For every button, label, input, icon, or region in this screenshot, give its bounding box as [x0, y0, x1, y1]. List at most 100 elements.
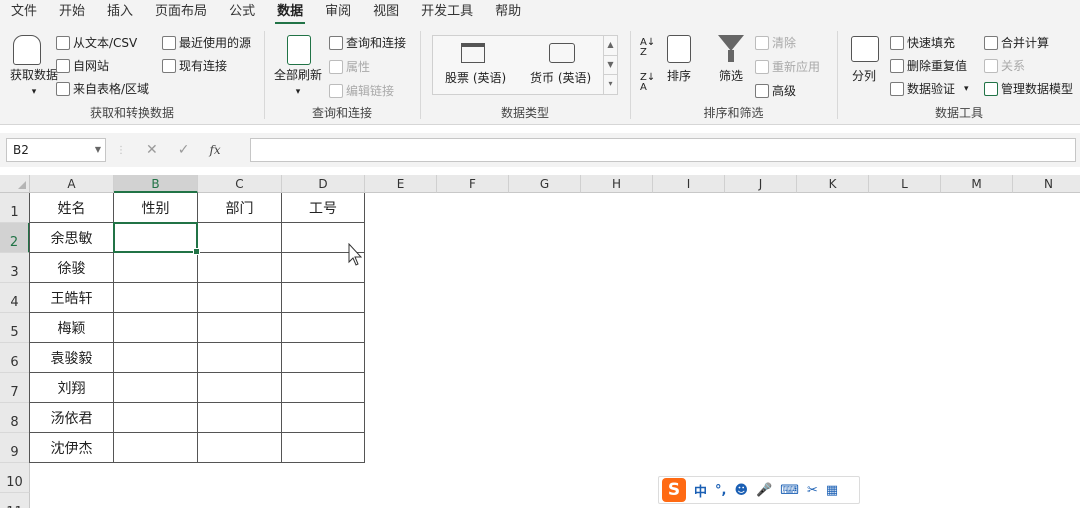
header-cell[interactable]: 姓名 [30, 193, 114, 223]
empty-cell[interactable] [282, 373, 365, 403]
empty-cell[interactable] [198, 283, 282, 313]
tab-view[interactable]: 视图 [362, 0, 410, 25]
sogou-logo-icon[interactable]: S [662, 478, 686, 502]
gallery-up-icon[interactable]: ▲ [604, 36, 617, 56]
filter-button[interactable]: 筛选 [719, 67, 743, 84]
recent-sources-button[interactable]: 最近使用的源 [162, 34, 251, 51]
empty-cell[interactable] [198, 313, 282, 343]
sort-button[interactable]: 排序 [667, 67, 691, 84]
insert-function-button[interactable]: fx [209, 143, 220, 157]
gallery-scroll[interactable]: ▲ ▼ ▾ [603, 36, 617, 94]
toolbox-icon[interactable]: ▦ [826, 483, 838, 498]
column-header-g[interactable]: G [509, 175, 581, 193]
queries-connections-button[interactable]: 查询和连接 [329, 34, 406, 51]
name-cell[interactable]: 袁骏毅 [30, 343, 114, 373]
chevron-down-icon[interactable]: ▼ [95, 139, 101, 161]
emoji-icon[interactable]: ☻ [734, 483, 748, 498]
edit-links-button[interactable]: 编辑链接 [329, 82, 394, 99]
empty-cell[interactable] [114, 253, 198, 283]
row-header-1[interactable]: 1 [0, 193, 30, 223]
keyboard-icon[interactable]: ⌨ [780, 483, 799, 498]
column-header-m[interactable]: M [941, 175, 1013, 193]
formula-input[interactable] [250, 138, 1076, 162]
header-cell[interactable]: 部门 [198, 193, 282, 223]
row-header-5[interactable]: 5 [0, 313, 30, 343]
empty-cell[interactable] [198, 433, 282, 463]
relationships-button[interactable]: 关系 [984, 57, 1025, 74]
sort-desc-button[interactable]: Z↓ A [640, 73, 655, 93]
empty-cell[interactable] [198, 343, 282, 373]
row-header-11[interactable]: 11 [0, 493, 30, 508]
empty-cell[interactable] [114, 343, 198, 373]
gallery-more-icon[interactable]: ▾ [604, 75, 617, 94]
microphone-icon[interactable]: 🎤 [756, 483, 772, 498]
active-cell-selection[interactable] [113, 222, 200, 255]
consolidate-button[interactable]: 合并计算 [984, 34, 1049, 51]
currency-button[interactable]: 货币 (英语) [530, 69, 591, 86]
drag-handle-icon[interactable]: ⋮ [116, 145, 126, 156]
row-header-6[interactable]: 6 [0, 343, 30, 373]
confirm-entry-icon[interactable]: ✓ [178, 142, 190, 158]
empty-cell[interactable] [198, 373, 282, 403]
row-header-2[interactable]: 2 [0, 223, 30, 253]
tab-review[interactable]: 审阅 [314, 0, 362, 25]
column-header-e[interactable]: E [365, 175, 437, 193]
empty-cell[interactable] [198, 403, 282, 433]
row-header-10[interactable]: 10 [0, 463, 30, 493]
from-table-button[interactable]: 来自表格/区域 [56, 80, 149, 97]
select-all-button[interactable] [0, 175, 30, 193]
row-header-9[interactable]: 9 [0, 433, 30, 463]
name-cell[interactable]: 汤依君 [30, 403, 114, 433]
properties-button[interactable]: 属性 [329, 58, 370, 75]
empty-cell[interactable] [114, 433, 198, 463]
tab-data[interactable]: 数据 [266, 0, 314, 25]
column-header-c[interactable]: C [198, 175, 282, 193]
column-header-a[interactable]: A [30, 175, 114, 193]
column-header-h[interactable]: H [581, 175, 653, 193]
column-header-b[interactable]: B [114, 175, 198, 193]
name-cell[interactable]: 刘翔 [30, 373, 114, 403]
row-header-7[interactable]: 7 [0, 373, 30, 403]
empty-cell[interactable] [282, 403, 365, 433]
from-web-button[interactable]: 自网站 [56, 57, 109, 74]
column-header-d[interactable]: D [282, 175, 365, 193]
tab-formulas[interactable]: 公式 [218, 0, 266, 25]
name-cell[interactable]: 王皓轩 [30, 283, 114, 313]
empty-cell[interactable] [282, 313, 365, 343]
column-header-l[interactable]: L [869, 175, 941, 193]
stocks-button[interactable]: 股票 (英语) [445, 69, 506, 86]
row-header-8[interactable]: 8 [0, 403, 30, 433]
tab-page-layout[interactable]: 页面布局 [144, 0, 218, 25]
text-to-columns-button[interactable]: 分列 [852, 67, 876, 84]
empty-cell[interactable] [282, 283, 365, 313]
empty-cell[interactable] [114, 403, 198, 433]
column-header-j[interactable]: J [725, 175, 797, 193]
remove-duplicates-button[interactable]: 删除重复值 [890, 57, 967, 74]
tab-help[interactable]: 帮助 [484, 0, 532, 25]
clear-filter-button[interactable]: 清除 [755, 34, 796, 51]
sort-asc-button[interactable]: A↓ Z [640, 38, 655, 58]
name-cell[interactable]: 余思敏 [30, 223, 114, 253]
name-cell[interactable]: 沈伊杰 [30, 433, 114, 463]
data-validation-button[interactable]: 数据验证 ▾ [890, 80, 969, 97]
empty-cell[interactable] [282, 433, 365, 463]
scissors-icon[interactable]: ✂ [807, 483, 818, 498]
empty-cell[interactable] [114, 313, 198, 343]
name-cell[interactable]: 梅颖 [30, 313, 114, 343]
tab-developer[interactable]: 开发工具 [410, 0, 484, 25]
empty-cell[interactable] [114, 373, 198, 403]
flash-fill-button[interactable]: 快速填充 [890, 34, 955, 51]
name-cell[interactable]: 徐骏 [30, 253, 114, 283]
existing-connections-button[interactable]: 现有连接 [162, 57, 227, 74]
advanced-filter-button[interactable]: 高级 [755, 82, 796, 99]
row-header-4[interactable]: 4 [0, 283, 30, 313]
from-text-csv-button[interactable]: 从文本/CSV [56, 34, 137, 51]
empty-cell[interactable] [198, 223, 282, 253]
tab-home[interactable]: 开始 [48, 0, 96, 25]
column-header-f[interactable]: F [437, 175, 509, 193]
reapply-button[interactable]: 重新应用 [755, 58, 820, 75]
name-box[interactable]: B2 ▼ [6, 138, 106, 162]
get-data-button[interactable]: 获取数据 ▾ [10, 68, 58, 100]
cancel-entry-icon[interactable]: ✕ [146, 142, 158, 158]
column-header-n[interactable]: N [1013, 175, 1080, 193]
